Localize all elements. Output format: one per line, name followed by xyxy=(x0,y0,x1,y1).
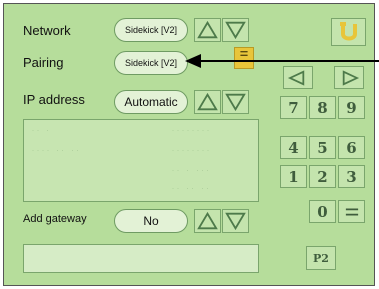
key-0[interactable]: 0 xyxy=(309,200,336,223)
gateway-up-button[interactable] xyxy=(194,209,221,233)
ip-address-field[interactable]: Automatic xyxy=(114,90,188,114)
ip-address-label: IP address xyxy=(23,92,85,107)
key-6[interactable]: 6 xyxy=(338,136,365,159)
pairing-label: Pairing xyxy=(23,55,64,70)
faint-text: ········ xyxy=(172,128,212,134)
pairing-field[interactable]: Sidekick [V2] xyxy=(114,51,188,75)
faint-text: ········ xyxy=(172,148,212,154)
key-5[interactable]: 5 xyxy=(309,136,336,159)
triangle-down-icon xyxy=(225,212,246,231)
network-field[interactable]: Sidekick [V2] xyxy=(114,18,188,42)
settings-screen: Network Pairing IP address Add gateway S… xyxy=(3,3,375,286)
faint-text: ·· · ··· xyxy=(172,168,212,174)
triangle-up-icon xyxy=(197,92,218,111)
ip-down-button[interactable] xyxy=(222,90,249,114)
network-down-button[interactable] xyxy=(222,18,249,42)
key-7[interactable]: 7 xyxy=(280,96,307,119)
add-gateway-field[interactable]: No xyxy=(114,209,188,233)
network-label: Network xyxy=(23,23,71,38)
gateway-down-button[interactable] xyxy=(222,209,249,233)
key-9[interactable]: 9 xyxy=(338,96,365,119)
triangle-down-icon xyxy=(225,93,246,112)
add-gateway-label: Add gateway xyxy=(23,213,87,225)
back-button[interactable] xyxy=(331,18,366,46)
faint-text: ·· ·· ·· xyxy=(172,186,212,192)
p2-button[interactable]: P2 xyxy=(306,246,336,270)
key-1[interactable]: 1 xyxy=(280,165,307,188)
key-4[interactable]: 4 xyxy=(280,136,307,159)
annotation-arrow-icon xyxy=(185,54,379,68)
ip-up-button[interactable] xyxy=(194,90,221,114)
key-2[interactable]: 2 xyxy=(309,165,336,188)
backspace-button[interactable] xyxy=(338,200,365,223)
key-8[interactable]: 8 xyxy=(309,96,336,119)
triangle-up-icon xyxy=(197,211,218,230)
text-input-field[interactable] xyxy=(23,244,259,273)
triangle-down-icon xyxy=(225,21,246,40)
ip-details-panel: ·· · ········ ···· ·· ·· ········ ·· · ·… xyxy=(23,119,259,202)
faint-text: ·· · xyxy=(32,128,52,134)
network-up-button[interactable] xyxy=(194,18,221,42)
backspace-icon xyxy=(345,208,358,215)
faint-text: ···· ·· ·· xyxy=(32,148,82,154)
arrow-left-icon xyxy=(287,69,305,86)
key-3[interactable]: 3 xyxy=(338,165,365,188)
return-icon xyxy=(339,22,357,41)
arrow-right-icon xyxy=(342,69,360,86)
triangle-up-icon xyxy=(197,20,218,39)
